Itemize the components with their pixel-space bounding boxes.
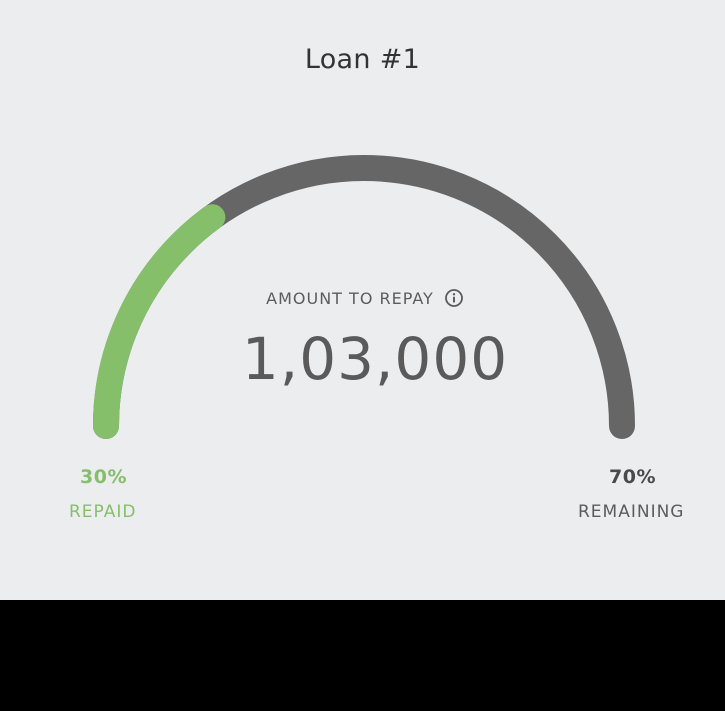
repaid-label: REPAID — [69, 502, 137, 522]
info-icon[interactable] — [444, 288, 464, 308]
remaining-label: REMAINING — [578, 502, 685, 522]
amount-to-repay-heading: AMOUNT TO REPAY — [240, 288, 490, 308]
gauge-repaid-arc — [93, 204, 226, 439]
bottom-band — [0, 600, 725, 711]
repaid-percent: 30% — [80, 466, 127, 488]
amount-to-repay-label: AMOUNT TO REPAY — [266, 288, 434, 308]
loan-card: Loan #1 AMOUNT TO REPAY 1,03,000 30% REP… — [0, 0, 725, 600]
amount-value: 1,03,000 — [241, 325, 509, 393]
remaining-percent: 70% — [609, 466, 656, 488]
